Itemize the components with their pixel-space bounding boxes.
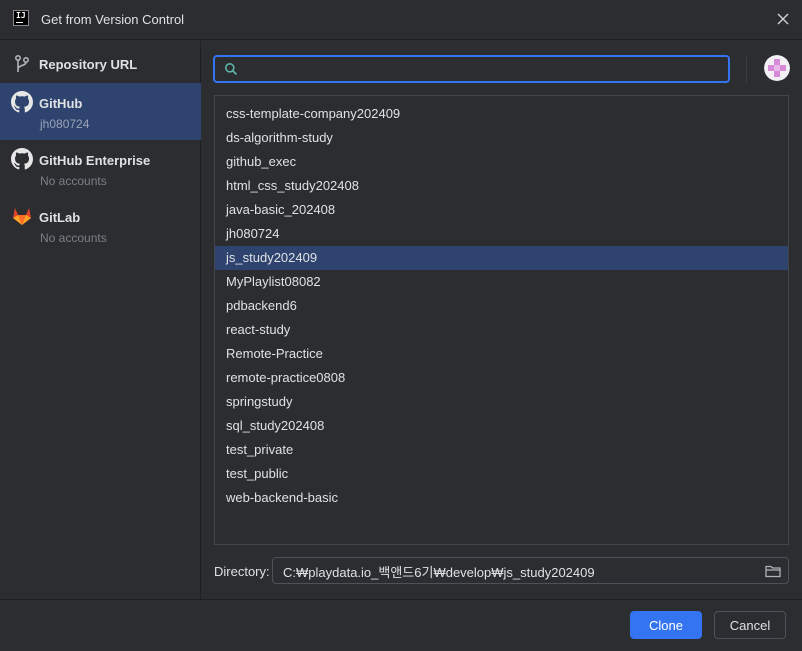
repository-item[interactable]: github_exec [215,150,788,174]
github-icon [11,148,33,170]
search-input[interactable] [245,59,729,81]
directory-input[interactable] [281,561,755,582]
sidebar-item-gitlab[interactable]: GitLab No accounts [0,197,201,254]
repository-item[interactable]: css-template-company202409 [215,102,788,126]
repository-list-items: css-template-company202409 ds-algorithm-s… [215,102,788,510]
repository-item[interactable]: js_study202409 [215,246,788,270]
repository-list[interactable]: css-template-company202409 ds-algorithm-s… [214,95,789,545]
search-icon [225,63,238,76]
provider-sidebar: Repository URL GitHub jh080724 GitHub En… [0,41,201,599]
repository-item[interactable]: html_css_study202408 [215,174,788,198]
gitlab-icon [13,208,31,225]
repository-item[interactable]: java-basic_202408 [215,198,788,222]
github-icon [11,91,33,113]
account-status: No accounts [40,231,107,245]
repository-item[interactable]: springstudy [215,390,788,414]
repository-item[interactable]: react-study [215,318,788,342]
sidebar-item-github[interactable]: GitHub jh080724 [0,83,201,140]
close-icon[interactable] [774,10,792,28]
repository-item[interactable]: jh080724 [215,222,788,246]
intellij-logo-icon: IJ [13,10,29,26]
cancel-button[interactable]: Cancel [714,611,786,639]
clone-button[interactable]: Clone [630,611,702,639]
avatar[interactable] [764,55,790,81]
repository-item[interactable]: remote-practice0808 [215,366,788,390]
sidebar-item-repository-url[interactable]: Repository URL [0,41,201,83]
search-field[interactable] [213,55,730,83]
title-bar: IJ Get from Version Control [0,0,802,40]
footer-divider [0,599,802,600]
repository-item[interactable]: test_private [215,438,788,462]
sidebar-item-label: GitLab [39,210,81,225]
account-status: No accounts [40,174,107,188]
window-title: Get from Version Control [41,12,185,27]
repository-item[interactable]: MyPlaylist08082 [215,270,788,294]
git-branch-icon [15,54,30,72]
repository-item[interactable]: sql_study202408 [215,414,788,438]
repository-item[interactable]: pdbackend6 [215,294,788,318]
account-name: jh080724 [40,117,90,131]
toolbar-separator [746,55,747,83]
sidebar-item-label: Repository URL [39,57,138,72]
sidebar-item-label: GitHub Enterprise [39,153,151,168]
folder-icon[interactable] [765,564,781,578]
sidebar-item-github-enterprise[interactable]: GitHub Enterprise No accounts [0,140,201,197]
repository-item[interactable]: Remote-Practice [215,342,788,366]
repository-item[interactable]: ds-algorithm-study [215,126,788,150]
directory-label: Directory: [214,564,270,579]
repository-item[interactable]: test_public [215,462,788,486]
repository-item[interactable]: web-backend-basic [215,486,788,510]
sidebar-item-label: GitHub [39,96,83,111]
directory-field[interactable] [272,557,789,584]
